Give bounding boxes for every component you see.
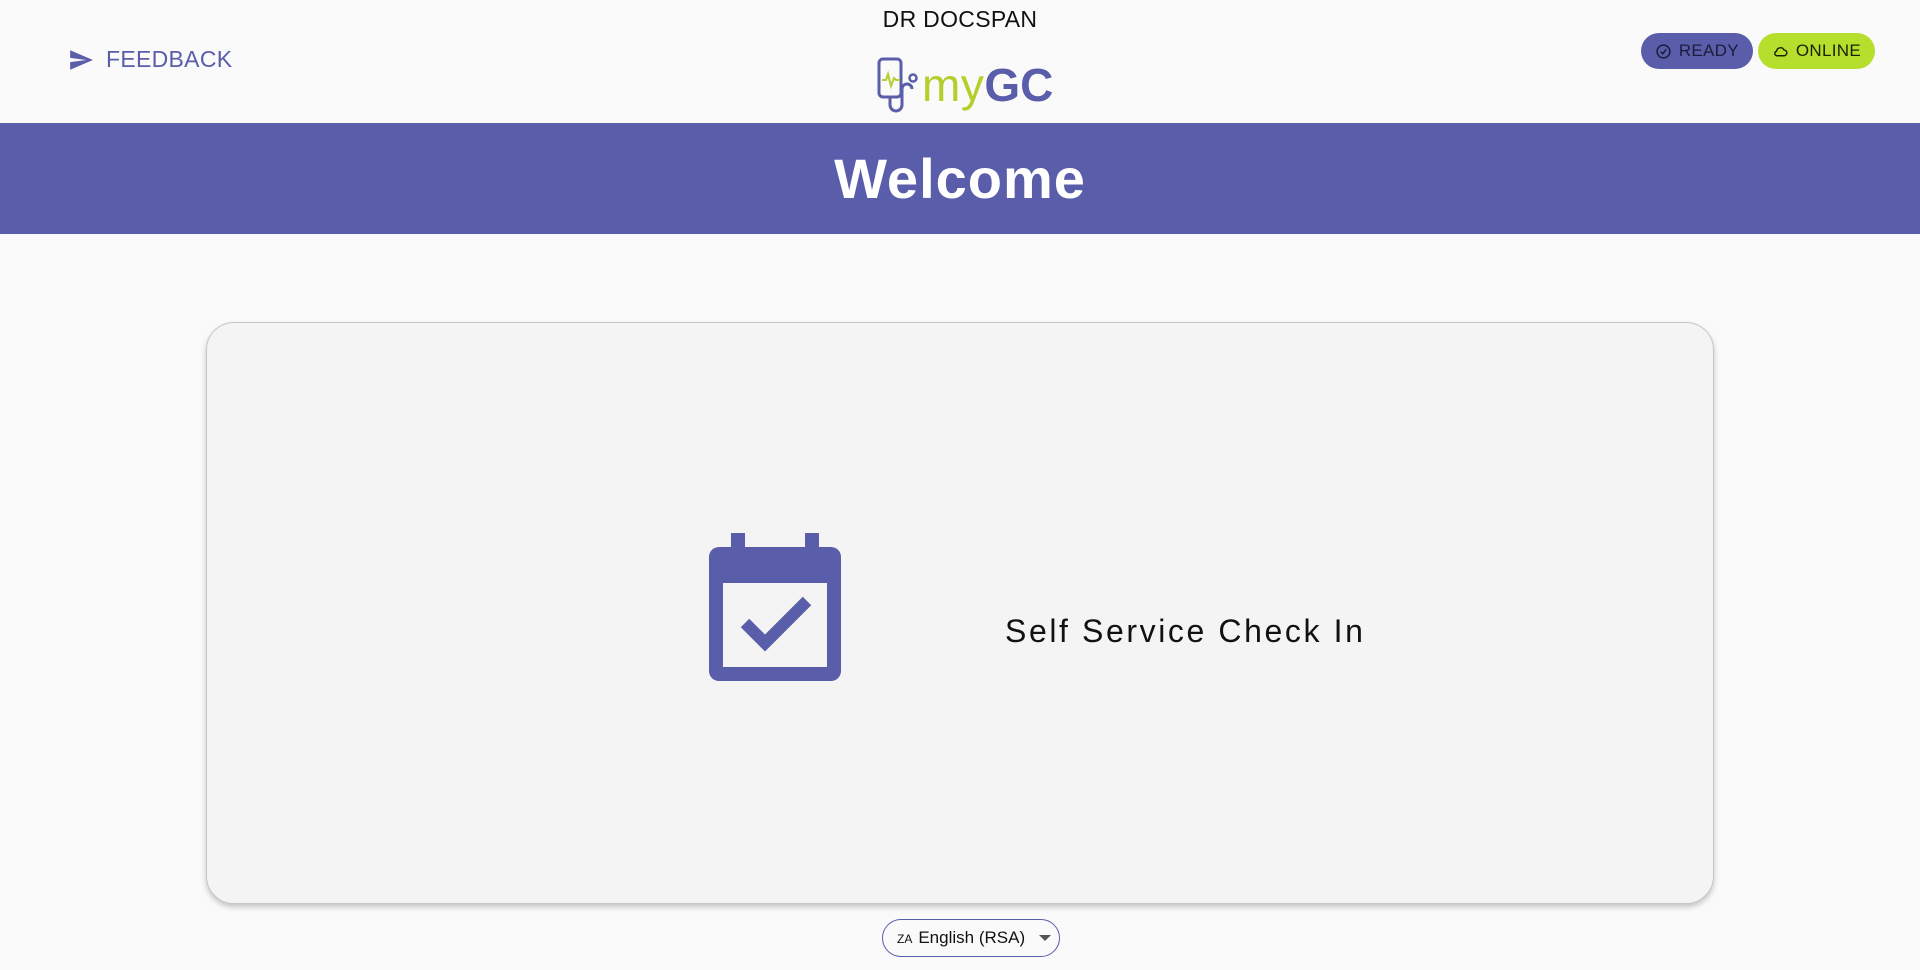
- status-group: READY ONLINE: [1640, 33, 1875, 69]
- top-bar: FEEDBACK DR DOCSPAN my GC READY ONLINE: [0, 0, 1920, 123]
- send-icon: [66, 47, 96, 73]
- online-status-badge: ONLINE: [1757, 33, 1875, 69]
- check-in-label: Self Service Check In: [1005, 613, 1366, 649]
- welcome-title: Welcome: [834, 147, 1086, 210]
- calendar-check-icon: [709, 533, 841, 681]
- logo-text-gc: GC: [984, 59, 1054, 111]
- ready-label: READY: [1678, 41, 1739, 60]
- chevron-down-icon: [1039, 935, 1051, 941]
- stethoscope-phone-icon: [877, 57, 918, 113]
- flag-za-icon: ZA: [897, 932, 913, 946]
- logo-text-my: my: [922, 59, 985, 111]
- online-label: ONLINE: [1795, 41, 1861, 60]
- feedback-button[interactable]: FEEDBACK: [62, 42, 236, 77]
- feedback-label: FEEDBACK: [106, 46, 233, 72]
- self-service-check-in-card[interactable]: Self Service Check In: [206, 322, 1714, 904]
- check-circle-icon: [1655, 43, 1672, 60]
- welcome-banner: Welcome: [0, 123, 1920, 234]
- cloud-icon: [1772, 43, 1789, 60]
- language-select[interactable]: ZA English (RSA): [882, 919, 1060, 957]
- clinic-name: DR DOCSPAN: [882, 6, 1038, 32]
- mygc-logo: my GC: [876, 56, 1053, 114]
- language-selected-value: English (RSA): [918, 928, 1026, 947]
- ready-status-badge: READY: [1640, 33, 1753, 69]
